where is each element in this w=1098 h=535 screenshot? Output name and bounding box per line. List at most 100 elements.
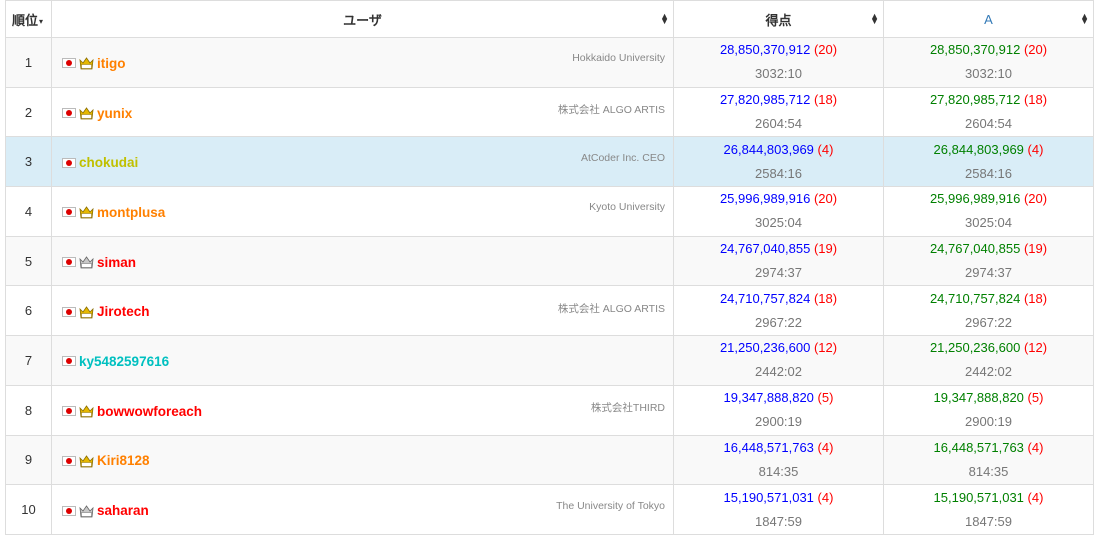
task-a-score-cell[interactable]: 24,767,040,855 (19) 2974:37 [883,235,1094,287]
username-link[interactable]: yunix [97,106,132,121]
task-a-time: 2900:19 [965,414,1012,430]
task-a-time: 2604:54 [965,116,1012,132]
table-row: 4 montplusa Kyoto University 25,996,989,916… [5,186,1094,237]
score-header-label: 得点 [765,12,792,28]
username-link[interactable]: saharan [97,503,149,518]
japan-flag-icon [62,108,76,119]
total-score: 19,347,888,820 [723,390,814,406]
rank-cell: 10 [5,484,52,535]
rank-header[interactable]: 順位▾ [5,0,52,38]
task-a-score: 27,820,985,712 [929,92,1021,108]
elapsed-time: 1847:59 [755,513,802,529]
user-header[interactable]: ユーザ ▲ ▼ [51,0,674,38]
task-a-penalty: (5) [1027,390,1044,406]
username-link[interactable]: montplusa [97,205,165,220]
task-a-header[interactable]: A ▲ ▼ [883,0,1094,38]
penalty-count: (20) [813,42,838,58]
japan-flag-icon [62,406,76,417]
task-a-penalty: (4) [1027,141,1044,157]
task-a-time: 2442:02 [965,364,1012,380]
task-a-score-cell[interactable]: 15,190,571,031 (4) 1847:59 [883,484,1094,535]
username-link[interactable]: ky5482597616 [79,354,169,369]
rank-cell: 3 [5,136,52,188]
affiliation-label: AtCoder Inc. CEO [580,151,665,164]
total-score-cell: 24,767,040,855 (19) 2974:37 [673,235,884,287]
task-a-penalty: (20) [1023,191,1048,207]
table-row: 1 itigo Hokkaido University 28,850,370,912 … [5,37,1094,88]
username-link[interactable]: chokudai [79,155,138,170]
crown-icon [79,205,94,219]
crown-icon [79,255,94,269]
task-a-score-cell[interactable]: 28,850,370,912 (20) 3032:10 [883,37,1094,88]
header-row: 順位▾ ユーザ ▲ ▼ 得点 ▲ ▼ A ▲ ▼ [5,0,1094,38]
rank-cell: 7 [5,335,52,386]
task-a-penalty: (18) [1023,290,1048,306]
japan-flag-icon [62,455,76,466]
task-a-time: 2584:16 [965,165,1012,181]
rank-cell: 6 [5,285,52,337]
username-link[interactable]: itigo [97,56,126,71]
username-link[interactable]: bowwowforeach [97,404,202,419]
task-a-score-cell[interactable]: 21,250,236,600 (12) 2442:02 [883,335,1094,386]
elapsed-time: 2604:54 [755,116,802,132]
task-a-score-cell[interactable]: 24,710,757,824 (18) 2967:22 [883,285,1094,337]
penalty-count: (12) [813,340,838,356]
sort-icon: ▲ ▼ [870,11,879,26]
task-a-link[interactable]: A [984,12,993,27]
task-a-time: 1847:59 [965,513,1012,529]
task-a-time: 2967:22 [965,314,1012,330]
task-a-score-cell[interactable]: 26,844,803,969 (4) 2584:16 [883,136,1094,188]
table-row: 8 bowwowforeach 株式会社THIRD 19,347,888,820 (5… [5,384,1094,436]
total-score: 24,710,757,824 [719,290,811,306]
crown-icon [79,454,94,468]
elapsed-time: 2967:22 [755,314,802,330]
rank-cell: 5 [5,235,52,287]
total-score: 16,448,571,763 [723,439,814,455]
japan-flag-icon [62,207,76,218]
score-header[interactable]: 得点 ▲ ▼ [673,0,884,38]
username-link[interactable]: siman [97,255,136,270]
japan-flag-icon [62,157,76,168]
rank-cell: 9 [5,434,52,486]
user-cell: siman [51,235,674,287]
task-a-score-cell[interactable]: 27,820,985,712 (18) 2604:54 [883,86,1094,138]
user-cell: Jirotech 株式会社 ALGO ARTIS [51,285,674,337]
task-a-time: 3032:10 [965,66,1012,82]
task-a-score-cell[interactable]: 16,448,571,763 (4) 814:35 [883,434,1094,486]
table-row: 7 ky5482597616 21,250,236,600 (12) 2442:02 2… [5,335,1094,386]
affiliation-label: 株式会社THIRD [590,402,665,415]
username-link[interactable]: Kiri8128 [97,453,150,468]
task-a-score-cell[interactable]: 25,996,989,916 (20) 3025:04 [883,186,1094,237]
user-header-label: ユーザ [343,12,382,28]
task-a-score-cell[interactable]: 19,347,888,820 (5) 2900:19 [883,384,1094,436]
user-cell: itigo Hokkaido University [51,37,674,88]
japan-flag-icon [62,356,76,367]
crown-icon [79,404,94,418]
user-cell: chokudai AtCoder Inc. CEO [51,136,674,188]
elapsed-time: 814:35 [758,463,799,479]
username-link[interactable]: Jirotech [97,304,150,319]
caret-down-icon: ▾ [39,16,44,26]
total-score: 27,820,985,712 [719,92,811,108]
task-a-score: 24,710,757,824 [929,290,1021,306]
task-a-penalty: (19) [1023,241,1048,257]
crown-icon [79,56,94,70]
user-cell: ky5482597616 [51,335,674,386]
total-score: 24,767,040,855 [719,241,811,257]
elapsed-time: 3025:04 [755,215,802,231]
total-score-cell: 25,996,989,916 (20) 3025:04 [673,186,884,237]
total-score-cell: 24,710,757,824 (18) 2967:22 [673,285,884,337]
table-row: 9 Kiri8128 16,448,571,763 (4) 814:35 16,448,… [5,434,1094,486]
elapsed-time: 2974:37 [755,265,802,281]
affiliation-label: The University of Tokyo [556,499,665,512]
task-a-penalty: (18) [1023,92,1048,108]
total-score-cell: 27,820,985,712 (18) 2604:54 [673,86,884,138]
sort-icon: ▲ ▼ [1080,11,1089,26]
total-score-cell: 15,190,571,031 (4) 1847:59 [673,484,884,535]
user-cell: bowwowforeach 株式会社THIRD [51,384,674,436]
task-a-penalty: (4) [1027,439,1044,455]
crown-icon [79,504,94,518]
user-cell: saharan The University of Tokyo [51,484,674,535]
total-score: 28,850,370,912 [719,42,811,58]
rank-cell: 2 [5,86,52,138]
